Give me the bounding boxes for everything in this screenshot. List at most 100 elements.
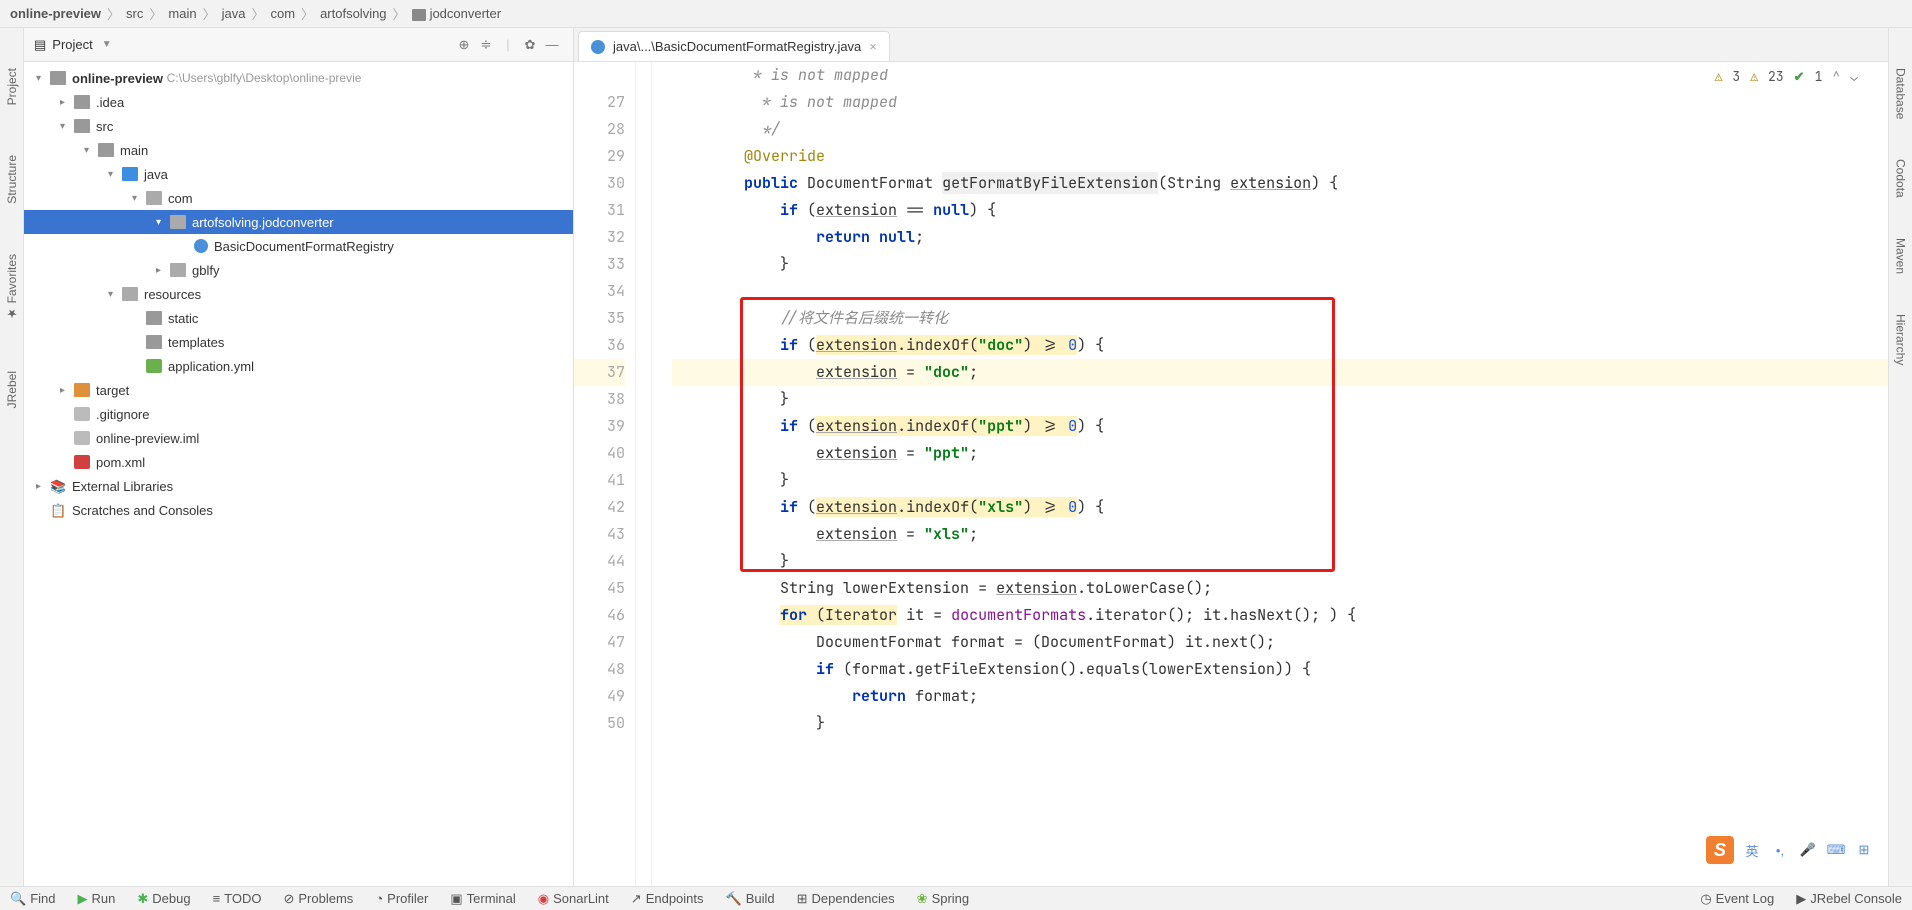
folder-icon (98, 143, 114, 157)
search-icon: 🔍 (10, 891, 26, 907)
tree-item[interactable]: ▾resources (24, 282, 573, 306)
tree-file[interactable]: online-preview.iml (24, 426, 573, 450)
deps-tool-button[interactable]: ⊞Dependencies (797, 891, 895, 907)
collapse-button[interactable]: — (541, 34, 563, 56)
debug-tool-button[interactable]: ✱Debug (137, 891, 190, 907)
chevron-down-icon[interactable]: ▼ (102, 39, 112, 50)
ime-keyboard-icon[interactable]: ⌨ (1826, 840, 1846, 860)
find-tool-button[interactable]: 🔍Find (10, 891, 55, 907)
locate-button[interactable]: ⊕ (453, 34, 475, 56)
close-icon[interactable]: × (869, 39, 877, 54)
project-view-label[interactable]: Project (52, 37, 92, 52)
bc-item[interactable]: main (168, 6, 196, 21)
libraries-icon: 📚 (50, 479, 66, 493)
favorites-tool-button[interactable]: ★ Favorites (5, 254, 19, 321)
ime-grid-icon[interactable]: ⊞ (1854, 840, 1874, 860)
tree-ext-libs[interactable]: ▸📚External Libraries (24, 474, 573, 498)
folder-icon (74, 95, 90, 109)
chevron-up-icon[interactable]: ^ (1832, 68, 1840, 85)
endpoints-tool-button[interactable]: ↗Endpoints (631, 891, 704, 907)
build-icon: 🔨 (726, 891, 742, 907)
tree-item[interactable]: static (24, 306, 573, 330)
folder-icon (146, 335, 162, 349)
jrebel-console-button[interactable]: ▶JRebel Console (1796, 891, 1902, 907)
left-tool-rail: Project Structure ★ Favorites JRebel (0, 28, 24, 886)
code-area[interactable]: ⚠3 ⚠23 ✔1 ^ ⌄ * is not mapped * is not m… (652, 62, 1888, 886)
sonarlint-tool-button[interactable]: ◉SonarLint (538, 891, 609, 907)
ime-toolbar[interactable]: S 英 •, 🎤 ⌨ ⊞ (1698, 832, 1882, 868)
tree-root[interactable]: ▾online-preview C:\Users\gblfy\Desktop\o… (24, 66, 573, 90)
bc-item[interactable]: com (270, 6, 295, 21)
warning-icon: ⚠ (1750, 68, 1758, 85)
structure-tool-button[interactable]: Structure (5, 155, 19, 204)
tree-item[interactable]: ▾java (24, 162, 573, 186)
maven-file-icon (74, 455, 90, 469)
tree-file[interactable]: .gitignore (24, 402, 573, 426)
tree-item[interactable]: ▸.idea (24, 90, 573, 114)
tree-file[interactable]: pom.xml (24, 450, 573, 474)
event-log-button[interactable]: ◷Event Log (1700, 891, 1774, 907)
problems-tool-button[interactable]: ⊘Problems (283, 891, 353, 907)
codota-tool-button[interactable]: Codota (1894, 159, 1908, 198)
spring-tool-button[interactable]: ❀Spring (917, 891, 969, 907)
run-tool-button[interactable]: ▶Run (77, 891, 115, 907)
project-tool-button[interactable]: Project (5, 68, 19, 105)
tree-item-selected[interactable]: ▾artofsolving.jodconverter (24, 210, 573, 234)
gear-icon[interactable]: ✿ (519, 34, 541, 56)
maven-tool-button[interactable]: Maven (1894, 238, 1908, 274)
folder-icon (50, 71, 66, 85)
editor-tabs: java\...\BasicDocumentFormatRegistry.jav… (574, 28, 1888, 62)
tree-item[interactable]: ▾main (24, 138, 573, 162)
java-class-icon (194, 239, 208, 253)
bc-item[interactable]: java (222, 6, 246, 21)
bc-item[interactable]: src (126, 6, 143, 21)
sogou-logo-icon[interactable]: S (1706, 836, 1734, 864)
status-bar: 🔍Find ▶Run ✱Debug ≡TODO ⊘Problems ◔Profi… (0, 886, 1912, 910)
hierarchy-tool-button[interactable]: Hierarchy (1894, 314, 1908, 365)
database-tool-button[interactable]: Database (1894, 68, 1908, 119)
event-log-icon: ◷ (1700, 891, 1711, 907)
terminal-tool-button[interactable]: ▣Terminal (450, 891, 515, 907)
jrebel-tool-button[interactable]: JRebel (5, 371, 19, 408)
breadcrumb: online-preview〉 src〉 main〉 java〉 com〉 ar… (0, 0, 1912, 28)
spring-icon: ❀ (917, 891, 928, 907)
bc-item[interactable]: jodconverter (412, 6, 502, 21)
ime-voice-icon[interactable]: 🎤 (1798, 840, 1818, 860)
divider: | (497, 34, 519, 56)
line-gutter[interactable]: 27 28 29 30 31 32 33 34 35 36 37 38 39 4… (574, 62, 636, 886)
profiler-tool-button[interactable]: ◔Profiler (375, 891, 428, 906)
tab-label: java\...\BasicDocumentFormatRegistry.jav… (613, 39, 861, 54)
project-icon: ▤ (34, 37, 46, 53)
todo-icon: ≡ (213, 891, 221, 906)
tree-scratches[interactable]: 📋Scratches and Consoles (24, 498, 573, 522)
folder-icon (170, 215, 186, 229)
file-icon (74, 431, 90, 445)
profiler-icon: ◔ (375, 891, 383, 906)
tree-item[interactable]: ▸target (24, 378, 573, 402)
tree-file[interactable]: application.yml (24, 354, 573, 378)
build-tool-button[interactable]: 🔨Build (726, 891, 775, 907)
tree-item[interactable]: templates (24, 330, 573, 354)
tree-item[interactable]: ▸gblfy (24, 258, 573, 282)
project-panel: ▤ Project ▼ ⊕ ≑ | ✿ — ▾online-preview C:… (24, 28, 574, 886)
scratches-icon: 📋 (50, 503, 66, 517)
java-class-icon (591, 40, 605, 54)
bc-item[interactable]: online-preview (10, 6, 101, 21)
folder-icon (412, 9, 426, 21)
project-tree[interactable]: ▾online-preview C:\Users\gblfy\Desktop\o… (24, 62, 573, 886)
chevron-down-icon[interactable]: ⌄ (1850, 68, 1858, 85)
ime-punct-button[interactable]: •, (1770, 840, 1790, 860)
tree-item[interactable]: ▾com (24, 186, 573, 210)
editor-tab[interactable]: java\...\BasicDocumentFormatRegistry.jav… (578, 31, 890, 61)
tree-file[interactable]: BasicDocumentFormatRegistry (24, 234, 573, 258)
folder-icon (122, 167, 138, 181)
tree-item[interactable]: ▾src (24, 114, 573, 138)
editor-body[interactable]: 27 28 29 30 31 32 33 34 35 36 37 38 39 4… (574, 62, 1888, 886)
ime-lang-button[interactable]: 英 (1742, 840, 1762, 860)
folder-icon (74, 119, 90, 133)
deps-icon: ⊞ (797, 891, 808, 907)
todo-tool-button[interactable]: ≡TODO (213, 891, 262, 906)
inspection-indicator[interactable]: ⚠3 ⚠23 ✔1 ^ ⌄ (1715, 68, 1858, 85)
bc-item[interactable]: artofsolving (320, 6, 386, 21)
expand-button[interactable]: ≑ (475, 34, 497, 56)
